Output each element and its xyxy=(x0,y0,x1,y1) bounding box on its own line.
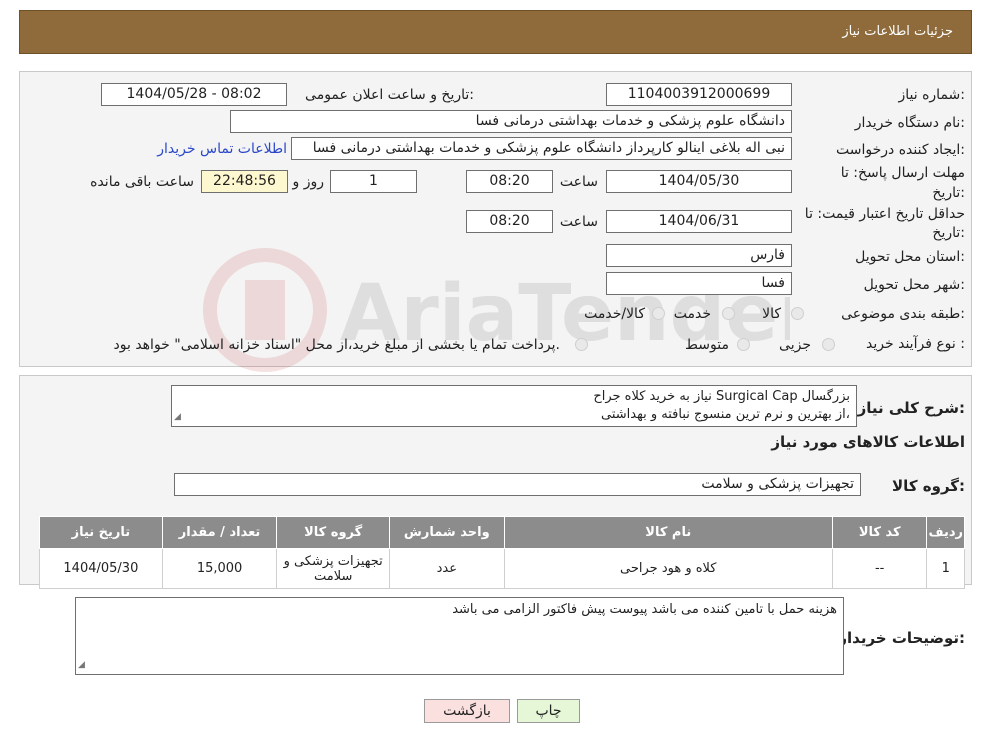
province-field: فارس xyxy=(606,244,792,267)
need-number-field: 1104003912000699 xyxy=(606,83,792,106)
buyer-org-field: دانشگاه علوم پزشکی و خدمات بهداشتی درمان… xyxy=(230,110,792,133)
page-header: جزئیات اطلاعات نیاز xyxy=(19,10,972,54)
page-title: جزئیات اطلاعات نیاز xyxy=(842,24,953,39)
col-item-code: کد کالا xyxy=(831,516,928,549)
cell-item-name: کلاه و هود جراحی xyxy=(503,548,833,589)
price-validity-time-label: ساعت xyxy=(559,214,598,230)
description-line-2: از بهترین و نرم ترین منسوج نبافته و بهدا… xyxy=(601,407,850,422)
days-label: روز و xyxy=(292,174,325,190)
price-validity-time-field: 08:20 xyxy=(466,210,553,233)
price-validity-date-field: 1404/06/31 xyxy=(606,210,792,233)
need-number-label: شماره نیاز: xyxy=(898,87,965,103)
province-label: استان محل تحویل: xyxy=(855,249,965,265)
reply-deadline-date-field: 1404/05/30 xyxy=(606,170,792,193)
process-option-medium: متوسط xyxy=(685,337,729,353)
reply-deadline-time-field: 08:20 xyxy=(466,170,553,193)
category-label: طبقه بندی موضوعی: xyxy=(841,306,965,322)
buyer-notes-text: هزینه حمل با تامین کننده می باشد پیوست پ… xyxy=(452,602,837,617)
price-validity-label-line1: حداقل تاریخ اعتبار قیمت: تا xyxy=(804,206,965,222)
process-radio-treasury[interactable] xyxy=(575,338,588,351)
description-textarea[interactable]: نیاز به خرید کلاه جراح Surgical Cap بزرگ… xyxy=(171,385,857,427)
buyer-contact-link[interactable]: اطلاعات تماس خریدار xyxy=(157,141,287,157)
category-radio-goods[interactable] xyxy=(791,307,804,320)
goods-group-label: گروه کالا: xyxy=(892,477,965,495)
buyer-notes-label: توضیحات خریدار: xyxy=(838,629,965,647)
city-field: فسا xyxy=(606,272,792,295)
requester-label: ایجاد کننده درخواست: xyxy=(836,142,965,158)
buyer-notes-textarea[interactable]: هزینه حمل با تامین کننده می باشد پیوست پ… xyxy=(75,597,844,675)
col-row-number: ردیف xyxy=(926,516,965,549)
category-option-goods-service: کالا/خدمت xyxy=(584,306,645,322)
col-quantity: تعداد / مقدار xyxy=(161,516,278,549)
process-treasury-note: پرداخت تمام یا بخشی از مبلغ خرید،از محل … xyxy=(113,337,560,353)
goods-group-field: تجهیزات پزشکی و سلامت xyxy=(174,473,861,496)
reply-deadline-time-label: ساعت xyxy=(559,174,598,190)
remaining-time-label: ساعت باقی مانده xyxy=(90,174,194,190)
reply-deadline-label-line1: مهلت ارسال پاسخ: تا xyxy=(840,165,965,181)
requester-field: نبی اله بلاغی اینالو کارپرداز دانشگاه عل… xyxy=(291,137,792,160)
reply-deadline-label-line2: تاریخ: xyxy=(932,185,965,201)
col-item-name: نام کالا xyxy=(503,516,833,549)
table-row: 1 -- کلاه و هود جراحی عدد تجهیزات پزشکی … xyxy=(39,548,965,589)
cell-item-code: -- xyxy=(831,548,928,589)
category-option-service: خدمت xyxy=(673,306,711,322)
col-need-date: تاریخ نیاز xyxy=(39,516,163,549)
category-option-goods: کالا xyxy=(762,306,781,322)
category-radio-goods-service[interactable] xyxy=(652,307,665,320)
days-remaining-field: 1 xyxy=(330,170,417,193)
cell-group: تجهیزات پزشکی و سلامت xyxy=(276,548,390,589)
city-label: شهر محل تحویل: xyxy=(863,277,965,293)
announce-datetime-field: 1404/05/28 - 08:02 xyxy=(101,83,287,106)
remaining-time-field: 22:48:56 xyxy=(201,170,288,193)
buyer-org-label: نام دستگاه خریدار: xyxy=(854,115,965,131)
resize-grip-icon[interactable]: ◢ xyxy=(174,408,181,426)
col-unit: واحد شمارش xyxy=(388,516,505,549)
category-radio-service[interactable] xyxy=(722,307,735,320)
process-radio-medium[interactable] xyxy=(737,338,750,351)
process-radio-minor[interactable] xyxy=(822,338,835,351)
goods-table: ردیف کد کالا نام کالا واحد شمارش گروه کا… xyxy=(39,516,965,589)
process-option-minor: جزیی xyxy=(779,337,811,353)
description-line-1: نیاز به خرید کلاه جراح Surgical Cap بزرگ… xyxy=(593,389,850,404)
goods-info-title: اطلاعات کالاهای مورد نیاز xyxy=(771,433,965,451)
description-label: شرح کلی نیاز: xyxy=(857,399,965,417)
cell-need-date: 1404/05/30 xyxy=(39,548,163,589)
cell-quantity: 15,000 xyxy=(161,548,278,589)
purchase-process-label: نوع فرآیند خرید : xyxy=(866,336,965,352)
print-button[interactable]: چاپ xyxy=(517,699,580,723)
price-validity-label-line2: تاریخ: xyxy=(932,225,965,241)
back-button[interactable]: بازگشت xyxy=(424,699,510,723)
cell-unit: عدد xyxy=(388,548,505,589)
table-header-row: ردیف کد کالا نام کالا واحد شمارش گروه کا… xyxy=(39,516,965,549)
cell-row-number: 1 xyxy=(926,548,965,589)
col-group: گروه کالا xyxy=(276,516,390,549)
resize-grip-icon[interactable]: ◢ xyxy=(78,656,85,674)
announce-datetime-label: تاریخ و ساعت اعلان عمومی: xyxy=(305,87,474,103)
